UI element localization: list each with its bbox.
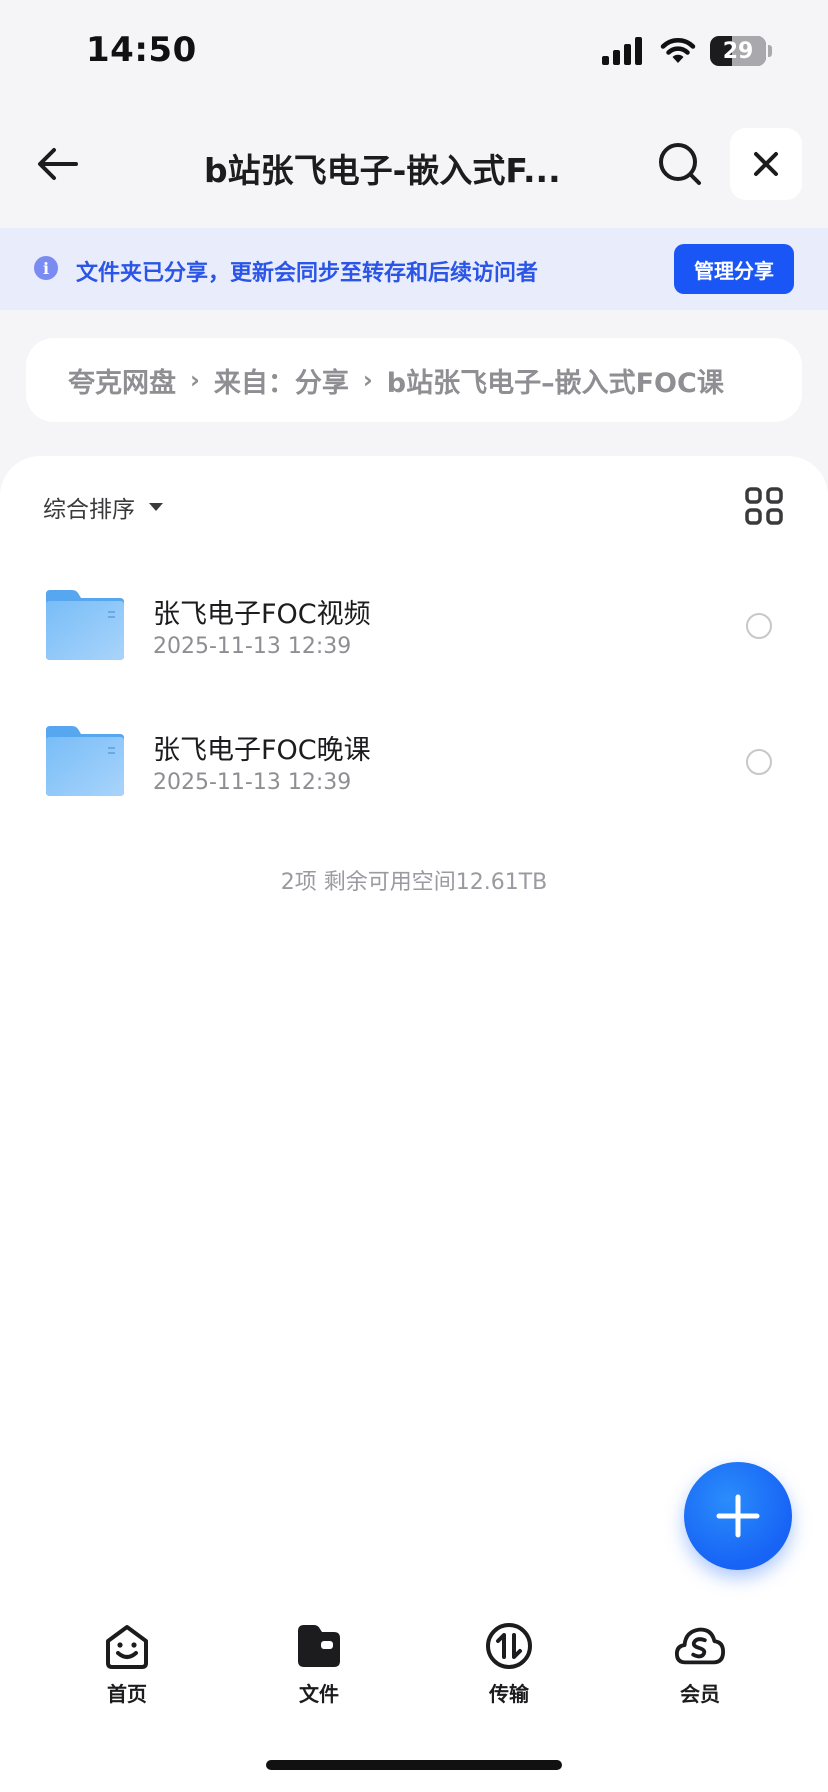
battery-icon: 29	[710, 36, 766, 66]
tab-bar: 首页 文件 传输 会员	[0, 1600, 828, 1720]
search-button[interactable]	[652, 136, 708, 192]
breadcrumb-item-current[interactable]: b站张飞电子–嵌入式FOC课	[387, 361, 724, 400]
tab-label: 会员	[680, 1682, 720, 1706]
manage-share-button[interactable]: 管理分享	[674, 244, 794, 294]
folder-icon	[298, 1625, 340, 1667]
breadcrumb-item-root[interactable]: 夸克网盘	[68, 361, 176, 400]
list-item[interactable]: 张飞电子FOC晚课 2025-11-13 12:39	[0, 698, 828, 818]
storage-summary: 2项 剩余可用空间12.61TB	[280, 870, 548, 895]
list-item[interactable]: 张飞电子FOC视频 2025-11-13 12:39	[0, 562, 828, 682]
search-icon	[659, 143, 701, 185]
home-indicator	[266, 1760, 562, 1770]
status-bar: 14:50 29	[0, 0, 828, 110]
sort-label: 综合排序	[43, 497, 135, 523]
transfer-icon	[486, 1623, 532, 1669]
tab-files[interactable]: 文件	[264, 1620, 374, 1720]
home-smile-icon	[106, 1625, 148, 1669]
add-button[interactable]	[684, 1462, 792, 1570]
grid-view-icon[interactable]	[744, 486, 784, 526]
breadcrumb-item-share[interactable]: 来自：分享	[214, 361, 349, 400]
chevron-right-icon: ›	[362, 366, 373, 394]
wifi-icon	[660, 38, 696, 63]
battery-level: 29	[722, 38, 754, 64]
tab-home[interactable]: 首页	[72, 1620, 182, 1720]
vip-cloud-icon	[674, 1627, 726, 1665]
status-time: 14:50	[86, 30, 197, 70]
file-name: 张飞电子FOC晚课	[153, 735, 371, 766]
caret-down-icon	[149, 503, 163, 511]
info-icon: i	[34, 256, 58, 280]
banner-text: 文件夹已分享，更新会同步至转存和后续访问者	[76, 261, 539, 286]
select-checkbox[interactable]	[746, 613, 772, 639]
tab-label: 文件	[299, 1682, 339, 1706]
plus-icon	[716, 1494, 760, 1538]
battery-tip	[768, 45, 772, 57]
status-icons: 29	[602, 36, 772, 66]
chevron-right-icon: ›	[190, 366, 200, 394]
tab-label: 传输	[489, 1682, 529, 1706]
sort-dropdown[interactable]: 综合排序	[43, 490, 163, 524]
select-checkbox[interactable]	[746, 749, 772, 775]
page-title: b站张飞电子-嵌入式F...	[204, 151, 561, 190]
tab-transfer[interactable]: 传输	[454, 1620, 564, 1720]
back-arrow-icon	[38, 148, 78, 180]
file-date: 2025-11-13 12:39	[153, 634, 352, 659]
close-icon	[754, 152, 778, 176]
share-banner: i 文件夹已分享，更新会同步至转存和后续访问者 管理分享	[0, 228, 828, 310]
folder-icon	[46, 726, 124, 796]
signal-icon	[602, 37, 642, 65]
back-button[interactable]	[30, 136, 86, 192]
close-button[interactable]	[730, 128, 802, 200]
file-list-panel: 综合排序 张飞电子FOC视频 2025-11-13 12:39 张飞电子FOC晚…	[0, 456, 828, 1792]
tab-label: 首页	[107, 1682, 147, 1706]
file-date: 2025-11-13 12:39	[153, 770, 352, 795]
breadcrumb: 夸克网盘 › 来自：分享 › b站张飞电子–嵌入式FOC课	[26, 338, 802, 422]
tab-vip[interactable]: 会员	[645, 1620, 755, 1720]
file-name: 张飞电子FOC视频	[153, 599, 371, 630]
folder-icon	[46, 590, 124, 660]
nav-bar: b站张飞电子-嵌入式F...	[0, 110, 828, 228]
